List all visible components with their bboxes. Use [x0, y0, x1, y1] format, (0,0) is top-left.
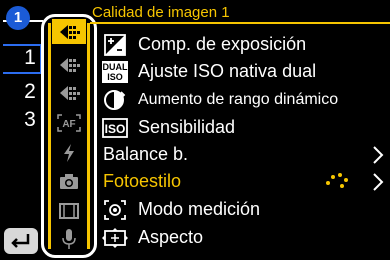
page-1[interactable]: 1 — [20, 46, 40, 70]
menu-item-label: Comp. de exposición — [138, 34, 307, 54]
svg-text:ISO: ISO — [105, 122, 126, 136]
tab-audio[interactable] — [52, 226, 86, 251]
loading-dots-icon — [326, 173, 348, 188]
return-icon — [11, 234, 30, 248]
menu-item-dual-iso[interactable]: DUAL ISO Ajuste ISO nativa dual — [100, 58, 390, 85]
tab-focus[interactable] — [52, 52, 86, 77]
tab-flash[interactable] — [52, 80, 86, 105]
menu-item-sensitivity[interactable]: ISO Sensibilidad — [100, 114, 390, 141]
menu-item-label: Aumento de rango dinámico — [138, 90, 339, 108]
menu-item-label: Fotoestilo — [103, 171, 182, 191]
camera-brightness-icon — [60, 57, 80, 72]
tab-shooting[interactable] — [52, 168, 86, 193]
tab-image-quality[interactable] — [52, 19, 86, 44]
chevron-right-icon — [373, 146, 384, 164]
camera-brightness-icon — [60, 85, 80, 100]
svg-text:DUAL: DUAL — [103, 62, 128, 72]
tab-flash-light[interactable] — [52, 140, 86, 165]
page-title: Calidad de imagen 1 — [90, 4, 390, 24]
menu-item-photo-style[interactable]: Fotoestilo — [103, 168, 390, 195]
menu-item-metering[interactable]: Modo medición — [100, 196, 390, 223]
svg-text:AF: AF — [62, 119, 75, 130]
menu-item-label: Balance b. — [103, 144, 189, 164]
tab-af[interactable]: AF — [52, 110, 86, 135]
exposure-comp-icon — [100, 33, 130, 56]
dynamic-range-icon — [100, 89, 130, 111]
menu-item-aspect[interactable]: Aspecto — [100, 224, 390, 251]
aspect-icon — [100, 227, 130, 249]
iso-icon: ISO — [100, 117, 130, 139]
back-button[interactable] — [4, 228, 38, 254]
page-badge: 1 — [6, 6, 30, 30]
svg-text:ISO: ISO — [107, 72, 123, 82]
dual-iso-icon: DUAL ISO — [100, 60, 130, 83]
menu-item-label: Ajuste ISO nativa dual — [138, 61, 317, 81]
tab-video[interactable] — [52, 198, 86, 223]
menu-item-label: Aspecto — [138, 227, 204, 247]
metering-icon — [100, 199, 130, 221]
page-2[interactable]: 2 — [20, 80, 40, 104]
film-icon — [59, 202, 79, 219]
menu-item-dynamic-range[interactable]: Aumento de rango dinámico — [100, 86, 390, 113]
menu-item-label: Sensibilidad — [138, 117, 236, 137]
menu-item-exposure-comp[interactable]: Comp. de exposición — [100, 31, 390, 58]
menu-item-white-balance[interactable]: Balance b. — [103, 141, 390, 168]
page-3[interactable]: 3 — [20, 108, 40, 132]
lightning-icon — [64, 143, 74, 162]
camera-icon — [60, 173, 78, 189]
chevron-right-icon — [373, 173, 384, 191]
af-icon: AF — [57, 113, 81, 132]
camera-brightness-icon — [60, 24, 80, 39]
microphone-icon — [62, 228, 76, 249]
menu-item-label: Modo medición — [138, 199, 261, 219]
